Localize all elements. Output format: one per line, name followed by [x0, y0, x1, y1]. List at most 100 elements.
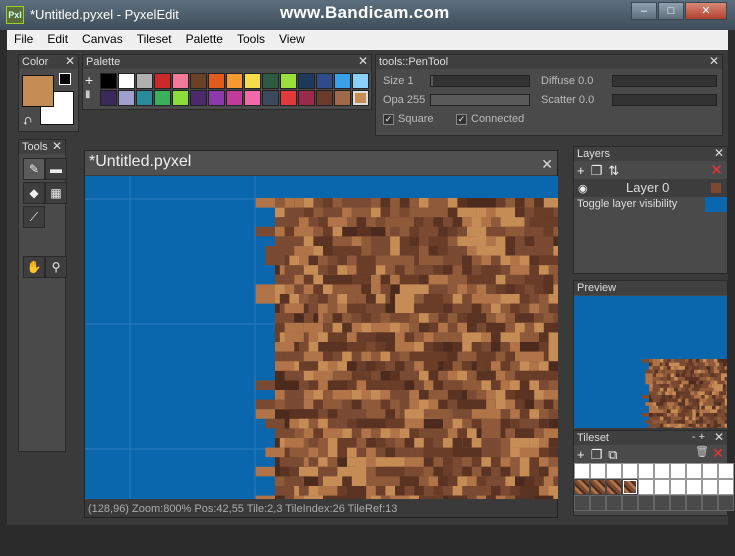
palette-swatch[interactable] — [244, 73, 261, 89]
palette-swatch[interactable] — [352, 73, 369, 89]
tileset-cell[interactable] — [606, 495, 622, 511]
zoom-tool-button[interactable]: ⚲ — [45, 256, 67, 278]
eye-icon[interactable]: ◉ — [578, 182, 588, 195]
close-icon[interactable]: ✕ — [714, 430, 724, 444]
add-swatch-icon[interactable]: + — [85, 73, 99, 87]
palette-swatch[interactable] — [154, 90, 171, 106]
minimize-button[interactable]: – — [631, 2, 657, 20]
tileset-cell[interactable] — [718, 495, 734, 511]
tileset-cell[interactable] — [590, 463, 606, 479]
tileset-cell[interactable] — [638, 479, 654, 495]
size-slider[interactable] — [430, 75, 530, 87]
tileset-cell[interactable] — [622, 463, 638, 479]
eyedropper-tool-button[interactable]: ⟋ — [23, 206, 45, 228]
menu-tools[interactable]: Tools — [230, 30, 272, 50]
tileset-cell[interactable] — [702, 479, 718, 495]
close-icon[interactable]: ✕ — [65, 54, 75, 68]
palette-swatch[interactable] — [226, 73, 243, 89]
menu-canvas[interactable]: Canvas — [75, 30, 130, 50]
select-tool-button[interactable]: ▦ — [45, 182, 67, 204]
tileset-cell[interactable] — [622, 495, 638, 511]
tileset-cell[interactable] — [654, 479, 670, 495]
palette-swatch[interactable] — [100, 90, 117, 106]
square-option[interactable]: ✓ Square — [383, 113, 433, 125]
connected-option[interactable]: ✓ Connected — [456, 113, 524, 125]
tileset-cell[interactable] — [718, 479, 734, 495]
tileset-cell[interactable] — [574, 463, 590, 479]
add-tile-icon[interactable]: + — [577, 447, 585, 463]
duplicate-tile-icon[interactable]: ❐ — [591, 447, 603, 463]
palette-swatch[interactable] — [262, 90, 279, 106]
palette-swatch[interactable] — [208, 73, 225, 89]
tileset-cell[interactable] — [638, 463, 654, 479]
tileset-cell[interactable] — [574, 479, 590, 495]
menu-edit[interactable]: Edit — [40, 30, 75, 50]
palette-swatch[interactable] — [262, 73, 279, 89]
delete-tile-icon[interactable]: ✕ — [712, 445, 724, 462]
tileset-cell[interactable] — [606, 463, 622, 479]
close-icon[interactable]: ✕ — [52, 139, 62, 153]
palette-swatch[interactable] — [298, 73, 315, 89]
palette-swatch[interactable] — [316, 73, 333, 89]
tileset-cell[interactable] — [574, 495, 590, 511]
close-icon[interactable]: ✕ — [709, 54, 719, 68]
tileset-cell[interactable] — [718, 463, 734, 479]
palette-swatch[interactable] — [118, 73, 135, 89]
palette-swatch[interactable] — [100, 73, 117, 89]
tileset-cell[interactable] — [702, 463, 718, 479]
link-tile-icon[interactable]: ⧉ — [608, 447, 617, 463]
palette-swatch[interactable] — [280, 73, 297, 89]
tileset-resize-controls[interactable]: - + — [692, 430, 705, 444]
tileset-cell[interactable] — [590, 495, 606, 511]
drawing-canvas[interactable] — [85, 176, 558, 499]
close-icon[interactable]: ✕ — [358, 54, 368, 68]
maximize-button[interactable]: □ — [658, 2, 684, 20]
merge-layer-icon[interactable]: ⇅ — [608, 163, 619, 179]
palette-swatch[interactable] — [118, 90, 135, 106]
pen-tool-button[interactable]: ✎ — [23, 158, 45, 180]
delete-layer-icon[interactable]: ✕ — [710, 161, 723, 179]
close-icon[interactable]: ✕ — [714, 146, 724, 160]
tileset-cell[interactable] — [654, 463, 670, 479]
opacity-slider[interactable] — [430, 94, 530, 106]
diffuse-slider[interactable] — [612, 75, 717, 87]
tileset-cell[interactable] — [670, 495, 686, 511]
tileset-cell[interactable] — [606, 479, 622, 495]
eraser-tool-button[interactable]: ▬ — [45, 158, 67, 180]
palette-swatch[interactable] — [154, 73, 171, 89]
palette-swatch[interactable] — [208, 90, 225, 106]
tileset-cell[interactable] — [670, 463, 686, 479]
tileset-cell[interactable] — [670, 479, 686, 495]
swap-colors-icon[interactable]: ⮏ — [23, 113, 32, 132]
tileset-cell[interactable] — [622, 479, 638, 495]
duplicate-layer-icon[interactable]: ❐ — [591, 163, 603, 179]
palette-swatch[interactable] — [244, 90, 261, 106]
close-icon[interactable]: ✕ — [541, 153, 553, 175]
palette-swatch[interactable] — [136, 90, 153, 106]
menu-palette[interactable]: Palette — [179, 30, 230, 50]
trash-icon[interactable]: 🗑 — [695, 445, 709, 458]
palette-swatch[interactable] — [316, 90, 333, 106]
tileset-cell[interactable] — [702, 495, 718, 511]
tileset-cell[interactable] — [686, 479, 702, 495]
menu-view[interactable]: View — [272, 30, 312, 50]
scatter-slider[interactable] — [612, 94, 717, 106]
palette-swatch[interactable] — [172, 73, 189, 89]
reset-colors-icon[interactable] — [59, 73, 71, 85]
add-layer-icon[interactable]: + — [577, 163, 585, 179]
palette-swatch[interactable] — [190, 73, 207, 89]
palette-swatch[interactable] — [226, 90, 243, 106]
trash-icon[interactable]: ▮ — [85, 89, 99, 100]
palette-swatch[interactable] — [172, 90, 189, 106]
fill-tool-button[interactable]: ◆ — [23, 182, 45, 204]
palette-swatch[interactable] — [280, 90, 297, 106]
hand-tool-button[interactable]: ✋ — [23, 256, 45, 278]
connected-checkbox[interactable]: ✓ — [456, 113, 467, 125]
tileset-cell[interactable] — [638, 495, 654, 511]
palette-swatch[interactable] — [298, 90, 315, 106]
palette-swatch[interactable] — [334, 90, 351, 106]
palette-swatch[interactable] — [136, 73, 153, 89]
menu-tileset[interactable]: Tileset — [130, 30, 179, 50]
menu-file[interactable]: File — [7, 30, 40, 50]
layer-row[interactable]: ◉ Layer 0 — [574, 179, 727, 197]
